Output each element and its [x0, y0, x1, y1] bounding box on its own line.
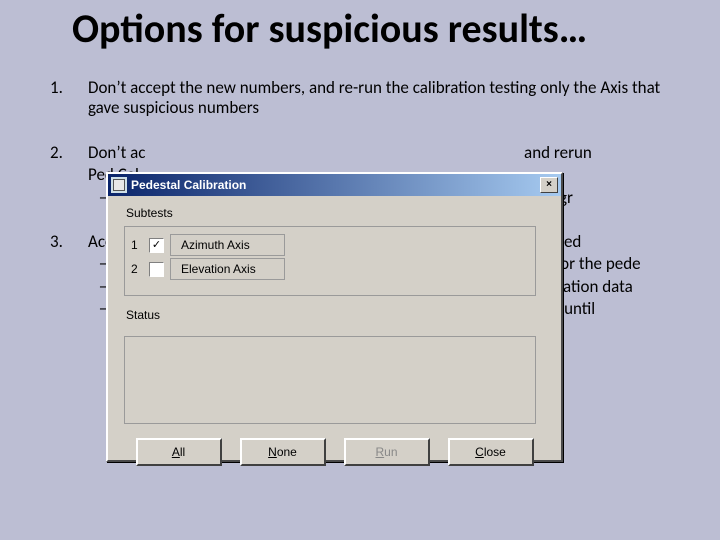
- list-number: 1.: [50, 78, 88, 121]
- window-icon: [111, 177, 127, 193]
- subtests-label: Subtests: [126, 206, 545, 220]
- run-button[interactable]: Run: [344, 438, 430, 466]
- checkbox-elevation[interactable]: [149, 262, 164, 277]
- list-text: Don’t acccept the new numbers, restore t…: [88, 143, 675, 163]
- axis-label[interactable]: Elevation Axis: [170, 258, 285, 280]
- none-button[interactable]: None: [240, 438, 326, 466]
- status-label: Status: [126, 308, 545, 322]
- list-text: Don’t accept the new numbers, and re-run…: [88, 78, 675, 119]
- dialog-title: Pedestal Calibration: [131, 178, 246, 192]
- row-number: 2: [131, 262, 145, 276]
- status-panel: [124, 336, 536, 424]
- list-number: 3.: [50, 232, 88, 383]
- checkbox-azimuth[interactable]: ✓: [149, 238, 164, 253]
- all-button[interactable]: All: [136, 438, 222, 466]
- close-dialog-button[interactable]: Close: [448, 438, 534, 466]
- subtests-panel: 1 ✓ Azimuth Axis 2 Elevation Axis: [124, 226, 536, 296]
- calibration-dialog: Pedestal Calibration × Subtests 1 ✓ Azim…: [106, 172, 563, 462]
- close-button[interactable]: ×: [540, 177, 558, 193]
- row-number: 1: [131, 238, 145, 252]
- dialog-titlebar[interactable]: Pedestal Calibration ×: [108, 174, 561, 196]
- list-number: 2.: [50, 143, 88, 210]
- axis-label[interactable]: Azimuth Axis: [170, 234, 285, 256]
- page-title: Options for suspicious results…: [72, 4, 587, 53]
